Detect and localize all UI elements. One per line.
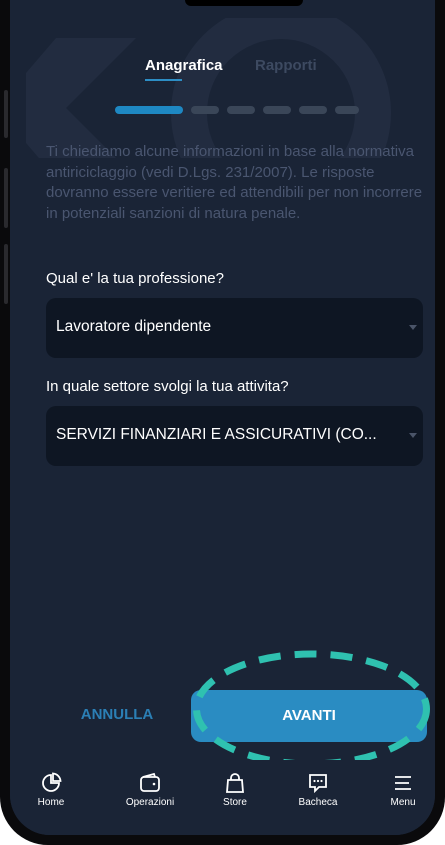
step-tabs: Anagrafica Rapporti <box>10 57 435 87</box>
sector-label: In quale settore svolgi la tua attivita? <box>46 378 289 395</box>
nav-operazioni[interactable]: Operazioni <box>110 772 190 808</box>
wallet-icon <box>140 772 160 792</box>
nav-label: Bacheca <box>298 797 338 808</box>
nav-label: Home <box>37 797 65 808</box>
sector-value: SERVIZI FINANZIARI E ASSICURATIVI (CO... <box>56 426 377 443</box>
progress-segment <box>263 106 291 114</box>
cancel-button[interactable]: ANNULLA <box>67 706 167 730</box>
sector-select[interactable]: SERVIZI FINANZIARI E ASSICURATIVI (CO... <box>46 406 423 466</box>
nav-bacheca[interactable]: Bacheca <box>278 772 358 808</box>
side-button <box>4 90 8 138</box>
chat-bubble-icon <box>309 774 327 794</box>
nav-menu[interactable]: Menu <box>363 772 435 808</box>
menu-icon <box>395 776 411 790</box>
bottom-nav: Home Operazioni Store Bacheca Menu <box>10 760 435 835</box>
watermark-logo <box>26 18 391 158</box>
caret-down-icon <box>409 325 417 330</box>
tab-rapporti[interactable]: Rapporti <box>255 57 317 74</box>
profession-label: Qual e' la tua professione? <box>46 270 224 287</box>
profession-value: Lavoratore dipendente <box>56 318 212 335</box>
profession-select[interactable]: Lavoratore dipendente <box>46 298 423 358</box>
nav-label: Menu <box>390 797 416 808</box>
progress-segment <box>227 106 255 114</box>
nav-label: Store <box>223 797 247 808</box>
shopping-bag-icon <box>226 773 244 793</box>
caret-down-icon <box>409 433 417 438</box>
intro-text: Ti chiediamo alcune informazioni in base… <box>46 143 423 222</box>
progress-segment <box>299 106 327 114</box>
progress-segment <box>335 106 359 114</box>
tab-label: Anagrafica <box>145 57 223 74</box>
tab-label: Rapporti <box>255 57 317 74</box>
pie-chart-icon <box>42 772 62 792</box>
side-button <box>4 244 8 304</box>
app-screen: Anagrafica Rapporti Ti chiediamo alcune … <box>10 0 435 835</box>
side-button <box>4 168 8 228</box>
tab-anagrafica[interactable]: Anagrafica <box>145 57 223 81</box>
nav-store[interactable]: Store <box>195 772 275 808</box>
active-tab-indicator <box>145 79 182 81</box>
progress-segment <box>191 106 219 114</box>
phone-frame: Anagrafica Rapporti Ti chiediamo alcune … <box>0 0 445 845</box>
nav-label: Operazioni <box>125 797 175 808</box>
nav-home[interactable]: Home <box>11 772 91 808</box>
camera-notch <box>185 0 303 6</box>
progress-segment-active <box>115 106 183 114</box>
next-button[interactable]: AVANTI <box>191 690 427 742</box>
